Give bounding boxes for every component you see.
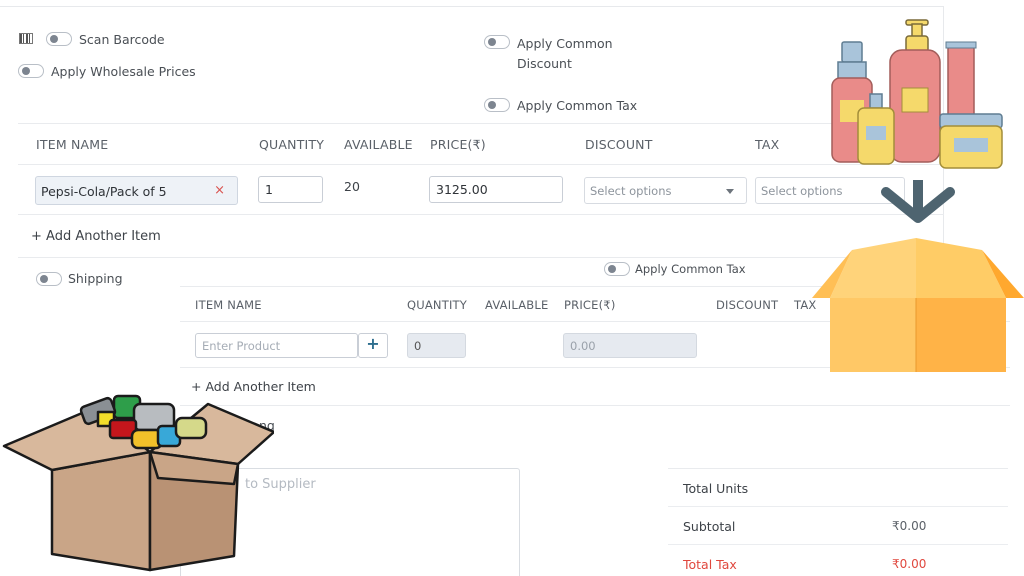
col-available-2: AVAILABLE [485,298,549,312]
col-tax: TAX [755,137,780,152]
summary-total-units: Total Units [668,469,1008,507]
common-tax-label-2: Apply Common Tax [635,262,746,276]
plus-icon: + [366,334,380,353]
item-name-text: Pepsi-Cola/Pack of 5 [41,184,167,199]
col-price: PRICE(₹) [430,137,486,152]
wholesale-label: Apply Wholesale Prices [51,64,196,79]
col-price-2: PRICE(₹) [564,298,616,312]
divider [18,123,944,124]
tax-select-placeholder: Select options [761,184,843,198]
common-tax-label: Apply Common Tax [517,98,638,113]
open-box-icon [812,238,1024,372]
summary-value: ₹0.00 [892,557,927,571]
add-another-item-link[interactable]: + Add Another Item [31,229,161,244]
available-value: 20 [344,179,360,194]
discount-select-placeholder: Select options [590,184,672,198]
summary-label: Total Tax [683,557,737,572]
item-name-chip[interactable]: Pepsi-Cola/Pack of 5 × [35,176,238,205]
common-discount-label: Apply Common [517,36,613,51]
quantity-input-2[interactable]: 0 [407,333,466,358]
col-discount-2: DISCOUNT [716,298,779,312]
col-quantity: QUANTITY [259,137,325,152]
add-product-button[interactable]: + [358,333,388,358]
col-item-name: ITEM NAME [36,137,109,152]
price-input[interactable]: 3125.00 [429,176,563,203]
col-item-name-2: ITEM NAME [195,298,262,312]
scan-barcode-label: Scan Barcode [79,32,165,47]
close-icon[interactable]: × [214,183,225,198]
divider [18,214,944,215]
product-input[interactable]: Enter Product [195,333,358,358]
common-tax-toggle-2[interactable] [604,262,630,276]
summary-label: Subtotal [683,519,736,534]
junk-box-icon [2,394,274,572]
common-discount-toggle[interactable] [484,35,510,49]
discount-select[interactable]: Select options [584,177,747,204]
cosmetics-icon [831,19,1003,169]
shipping-toggle[interactable] [36,272,62,286]
divider [18,164,944,165]
col-quantity-2: QUANTITY [407,298,468,312]
shipping-label: Shipping [68,271,123,286]
common-discount-label-2: Discount [517,56,572,71]
summary-label: Total Units [683,481,749,496]
barcode-icon [19,33,33,44]
summary-subtotal: Subtotal ₹0.00 [668,507,1008,545]
summary-value: ₹0.00 [892,519,927,533]
quantity-input[interactable]: 1 [258,176,323,203]
chevron-down-icon [726,189,734,194]
common-tax-toggle[interactable] [484,98,510,112]
wholesale-toggle[interactable] [18,64,44,78]
price-input-2[interactable]: 0.00 [563,333,697,358]
down-arrow-icon [881,180,955,223]
col-discount: DISCOUNT [585,137,653,152]
scan-barcode-toggle[interactable] [46,32,72,46]
col-available: AVAILABLE [344,137,413,152]
divider [180,405,1010,406]
summary-total-tax: Total Tax ₹0.00 [668,545,1008,576]
